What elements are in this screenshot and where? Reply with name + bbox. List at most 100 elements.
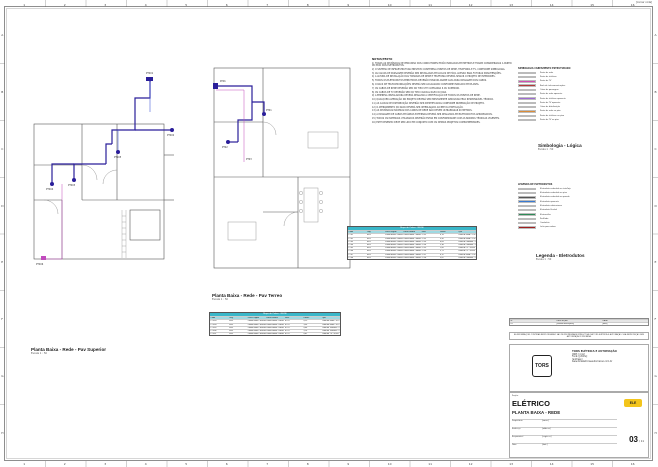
column-label: 13 <box>509 462 514 466</box>
column-label: 4 <box>144 2 147 7</box>
table-cell: ID01 <box>366 253 371 256</box>
table-cell: RT01 <box>284 326 290 329</box>
table-row: PT02 ID01 Planta Baixa - Elétrica - Pav Té… <box>348 236 476 240</box>
table-cell: Planta Baixa - Elétrica - Pav Térreo <box>403 243 421 246</box>
legend-swatch <box>518 97 536 100</box>
symbology-block: SIMBOLOGIA CABEAMENTO ESTRUTURADO Ponto … <box>518 67 643 123</box>
notes-list: 1) TODAS AS DISTÂNCIAS DE PERCURSO DOS C… <box>372 61 512 125</box>
table-cell: PT02 <box>421 237 427 240</box>
legend-label: Ponto de telefone aparente <box>540 97 566 100</box>
column-label: 4 <box>144 462 147 466</box>
view-title-superior: Planta Baixa - Rede - Pav Superior Escal… <box>31 347 106 355</box>
column-label: 16 <box>630 2 635 7</box>
table-cell: Planta Baixa - Elétrica - Pav Térreo <box>403 247 421 250</box>
disclaimer-text: AS INFORMAÇÕES CONTIDAS NESTE DESENHO SÃ… <box>509 332 649 341</box>
table-cell: Cabo de TV - RG59 <box>458 247 475 250</box>
revision-header-cell: DATA <box>602 320 608 322</box>
table-cell: PTS06 <box>210 329 217 332</box>
note-line: 1) TODAS AS DISTÂNCIAS DE PERCURSO DOS C… <box>372 61 512 68</box>
table-cell: Planta Baixa - Elétrica - Pav Térreo <box>385 234 403 237</box>
legend-label: Perfilado <box>540 217 549 220</box>
note-line: 7) OS CABOS DE REDE DEVERÃO SER DO TIPO … <box>372 86 460 90</box>
svg-text:PTS01: PTS01 <box>146 72 154 75</box>
table-cell: RT01 <box>284 323 290 326</box>
table-cell: Planta Baixa - Elétrica - Pav Térreo <box>385 250 403 253</box>
table-cell: Cabo de Telefone - CCI <box>458 256 476 259</box>
table-cell: Cabo de TV - RG59 <box>458 250 475 253</box>
table-cell: RT01 <box>284 320 290 323</box>
table-header-cell: Tipo <box>458 231 462 234</box>
table-header-row: Cabo Orig. Local Origem Local Destino Dest. D… <box>210 316 340 320</box>
row-label: H <box>654 430 657 435</box>
svg-text:PT03: PT03 <box>246 158 252 161</box>
legend-row: Ponto de TV no piso <box>518 118 643 122</box>
table-cell: ID01 <box>229 320 234 323</box>
column-label: 5 <box>185 2 188 7</box>
row-label: F <box>654 317 657 322</box>
row-label: E <box>654 260 657 265</box>
legend-row: Leito para cabos <box>518 225 643 229</box>
legend-label: Leito para cabos <box>540 226 556 229</box>
table-row: PT07 ID01 Planta Baixa - Elétrica - Pav Té… <box>348 252 476 256</box>
row-label: A <box>654 33 657 38</box>
column-label: 6 <box>225 462 228 466</box>
table-cell: ID01 <box>229 329 234 332</box>
conduit-legend-caption: Legenda - Eletrodutos Escala 1 : 50 <box>536 253 585 261</box>
legend-swatch <box>518 204 536 208</box>
table-cell: Cabo de TV - RG59 <box>322 333 339 336</box>
table-cell: ID01 <box>229 333 234 336</box>
legend-swatch <box>518 191 536 195</box>
legend-swatch <box>518 114 536 117</box>
table-cell: Planta Baixa - Elétrica - Pav Superior <box>247 333 266 336</box>
table-row: PT06 ID01 Planta Baixa - Elétrica - Pav Té… <box>348 249 476 252</box>
title-field-key: Responsável <box>512 436 524 438</box>
legend-swatch <box>518 209 536 212</box>
title-field-row: Responsável [engineer] <box>512 435 617 443</box>
column-label: 7 <box>266 462 269 466</box>
table-cell: Planta Baixa - Elétrica - Pav Térreo <box>403 240 421 243</box>
table-cell: RT01 <box>284 333 290 336</box>
table-cell: Planta Baixa - Elétrica - Pav Térreo <box>385 256 403 259</box>
legend-label: Eletrocalha <box>540 213 551 216</box>
legend-label: Eletroduto aparente <box>540 200 559 203</box>
view-title-terreo: Planta Baixa - Rede - Pav Terreo Escala … <box>212 293 282 301</box>
company-line: www.torseletricaeautomacao.com.br <box>572 360 613 364</box>
column-label: 2 <box>63 2 66 7</box>
table-cell: Planta Baixa - Elétrica - Pav Térreo <box>266 329 285 332</box>
column-label: 11 <box>428 462 433 466</box>
table-header-cell: Local Destino <box>403 231 415 234</box>
table-cell: PT06 <box>348 250 354 253</box>
table-cell: ID01 <box>366 247 371 250</box>
table-cell: PT02 <box>348 237 354 240</box>
company-block: TORS TORS ELÉTRICA E AUTOMAÇÃO CNPJ: [cnp… <box>509 344 649 392</box>
table-cell: Planta Baixa - Elétrica - Pav Térreo <box>385 237 403 240</box>
table-cell: PT04 <box>348 243 354 246</box>
row-label: B <box>654 90 657 95</box>
symbology-list: Ponto de rede Ponto de telefone Ponto de T… <box>518 71 643 123</box>
revision-header-cell: Nº <box>510 320 513 322</box>
table-cell: ID01 <box>366 250 371 253</box>
table-header-cell: Local Origem <box>385 231 397 234</box>
table-cell: Cabo de Rede - UTP <box>458 234 476 237</box>
revision-row: 01 [revision description] [date] <box>510 322 648 325</box>
title-block: Projeto ELÉTRICO PLANTA BAIXA - REDE Pro… <box>509 392 649 458</box>
table-cell: 3,02 <box>440 256 444 259</box>
table-cell: 4,06 <box>303 326 308 329</box>
table-cell: Planta Baixa - Elétrica - Pav Térreo <box>403 253 421 256</box>
table-header-cell: Orig. <box>229 317 234 320</box>
row-label: D <box>654 203 657 208</box>
table-cell: ID01 <box>366 237 371 240</box>
table-cell: Cabo de Telefone - CCI <box>458 243 476 246</box>
column-label: 16 <box>630 462 635 466</box>
legend-swatch <box>518 84 536 87</box>
legend-label: Ponto de rede aparente <box>540 93 563 96</box>
table-cell: PT04 <box>421 243 427 246</box>
row-label: F <box>1 317 3 322</box>
table-cell: PT08 <box>348 256 354 259</box>
table-cell: 5,38 <box>440 243 444 246</box>
table-cell: PT01 <box>348 234 354 237</box>
table-cell: ID01 <box>229 323 234 326</box>
table-row: PTS04 ID01 Planta Baixa - Elétrica - Pav S… <box>210 322 340 326</box>
title-block-fields: Proprietário [owner] Endereço [address] Resp… <box>512 419 617 451</box>
table-cell: PT06 <box>421 250 427 253</box>
